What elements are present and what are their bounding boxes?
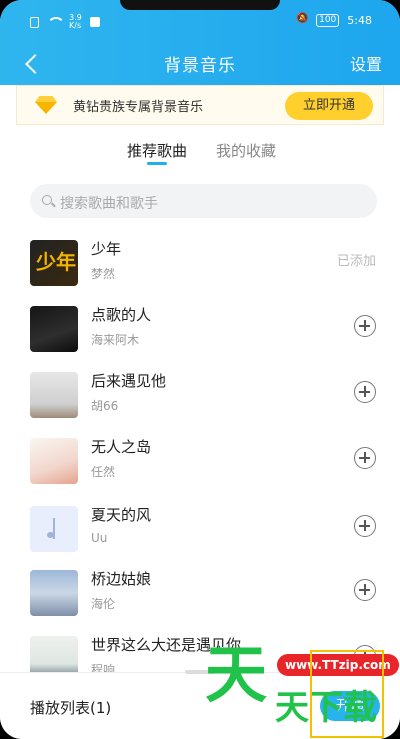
network-speed: 3.9 K/s: [69, 14, 82, 30]
playlist-button[interactable]: 播放列表(1): [30, 697, 111, 718]
search-input[interactable]: 搜索歌曲和歌手: [30, 184, 377, 218]
tab-recommended[interactable]: 推荐歌曲: [127, 140, 187, 161]
speed-unit: K/s: [69, 21, 82, 30]
vip-banner-text: 黄钻贵族专属背景音乐: [73, 99, 204, 115]
tab-bar: 推荐歌曲 我的收藏: [0, 140, 400, 170]
page-title: 背景音乐: [164, 56, 236, 76]
album-cover: [30, 372, 78, 418]
song-artist: 任然: [91, 465, 116, 479]
add-icon[interactable]: [354, 579, 376, 601]
title-bar: 背景音乐 设置: [0, 42, 400, 82]
song-title: 后来遇见他: [91, 372, 167, 390]
watermark-big-text: 天: [205, 638, 268, 711]
music-note-icon: [47, 518, 61, 539]
wifi-icon: [47, 17, 65, 27]
song-artist: 海来阿木: [91, 333, 140, 347]
mute-icon: [296, 13, 308, 26]
song-artist: 梦然: [91, 267, 116, 281]
cover-art-text: 少年: [36, 250, 76, 274]
song-title: 无人之岛: [91, 438, 152, 456]
album-cover: [30, 306, 78, 352]
list-item[interactable]: 桥边姑娘 海伦: [0, 566, 400, 628]
search-placeholder: 搜索歌曲和歌手: [60, 196, 158, 212]
add-icon[interactable]: [354, 315, 376, 337]
battery-icon: 100: [316, 14, 340, 27]
album-cover: [30, 438, 78, 484]
add-icon[interactable]: [354, 515, 376, 537]
vip-banner: 黄钻贵族专属背景音乐 立即开通: [16, 85, 384, 125]
song-title: 少年: [91, 240, 122, 258]
add-icon[interactable]: [354, 381, 376, 403]
clock: 5:48: [347, 14, 372, 27]
sim-icon: [30, 16, 39, 28]
watermark: 天 www.TTzip.com 天下载: [205, 638, 399, 739]
active-tab-indicator: [147, 162, 167, 165]
status-bar: 3.9 K/s 100 5:48: [0, 12, 400, 32]
song-title: 桥边姑娘: [91, 570, 152, 588]
song-title: 点歌的人: [91, 306, 152, 324]
header: 3.9 K/s 100 5:48 背景音乐 设置: [0, 0, 400, 85]
camera-notch: [120, 0, 280, 10]
list-item[interactable]: 点歌的人 海来阿木: [0, 302, 400, 364]
song-title: 夏天的风: [91, 506, 152, 524]
album-cover: [30, 506, 78, 552]
list-item[interactable]: 后来遇见他 胡66: [0, 368, 400, 430]
list-item[interactable]: 少年 少年 梦然 已添加: [0, 236, 400, 298]
added-label: 已添加: [336, 254, 376, 269]
phone-screen: 3.9 K/s 100 5:48 背景音乐 设置 黄钻贵族专属背景音乐 立即开通…: [0, 0, 400, 739]
list-item[interactable]: 夏天的风 Uu: [0, 502, 400, 564]
add-icon[interactable]: [354, 447, 376, 469]
song-artist: 胡66: [91, 399, 119, 413]
settings-button[interactable]: 设置: [350, 51, 382, 75]
album-cover: [30, 570, 78, 616]
activate-now-button[interactable]: 立即开通: [285, 92, 373, 120]
diamond-icon: [33, 96, 59, 114]
list-item[interactable]: 无人之岛 任然: [0, 434, 400, 496]
tab-favorites[interactable]: 我的收藏: [216, 140, 276, 161]
notification-icon: [89, 17, 100, 27]
search-icon: [42, 195, 52, 205]
song-artist: 海伦: [91, 597, 116, 611]
album-cover: 少年: [30, 240, 78, 286]
watermark-highlight-box: [310, 650, 384, 738]
song-artist: Uu: [91, 531, 108, 545]
